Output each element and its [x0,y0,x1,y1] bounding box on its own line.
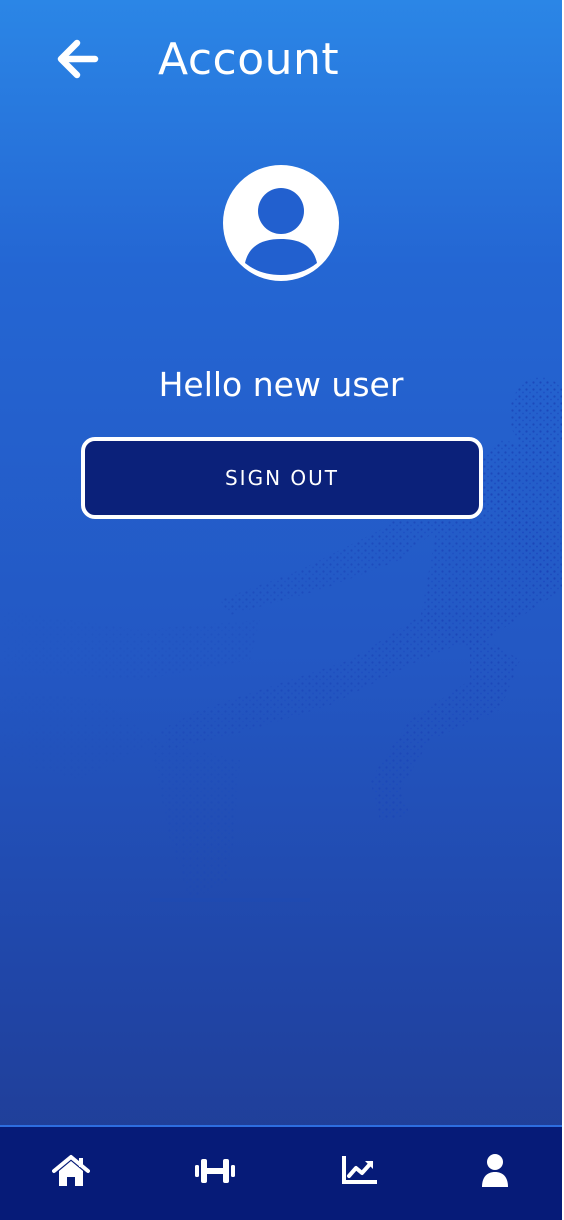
nav-workouts[interactable] [190,1149,240,1193]
chart-line-icon [342,1156,377,1184]
nav-progress[interactable] [334,1149,384,1193]
back-button[interactable] [50,34,104,84]
greeting-text: Hello new user [158,365,404,404]
home-icon [52,1155,90,1186]
sign-out-button[interactable]: SIGN OUT [81,437,483,519]
account-screen: Account Hello new user SIGN OUT [0,0,562,1220]
nav-account[interactable] [470,1149,520,1193]
app-header: Account [0,0,562,120]
user-circle-icon [223,165,339,281]
nav-home[interactable] [46,1149,96,1193]
dumbbell-icon [195,1159,235,1183]
sign-out-label: SIGN OUT [224,466,339,490]
user-icon [482,1154,508,1187]
bottom-nav [0,1125,562,1220]
page-title: Account [158,34,340,85]
arrow-left-icon [57,39,99,79]
